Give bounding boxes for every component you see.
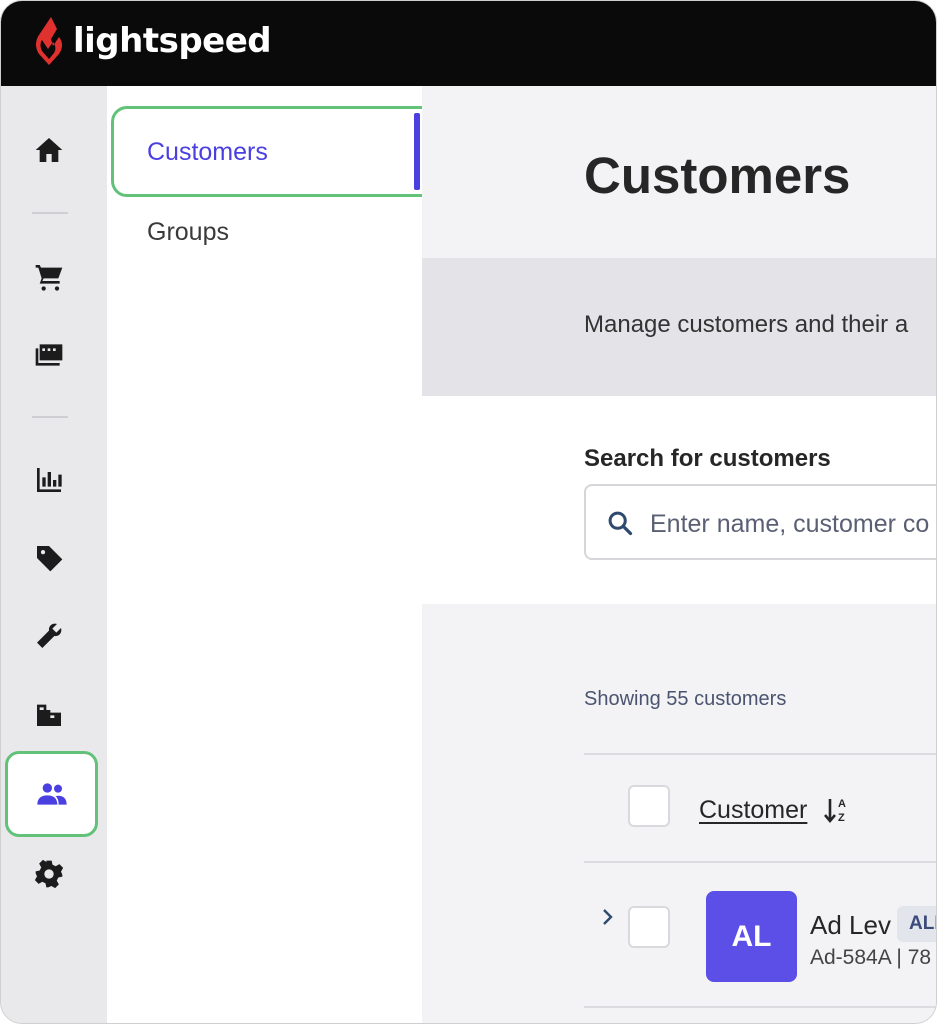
- inventory-icon: [37, 704, 61, 726]
- rail-item-products[interactable]: [1, 522, 97, 594]
- tag-icon: [37, 546, 63, 572]
- main-content: Customers Manage customers and their a S…: [422, 86, 936, 1023]
- register-icon: [35, 344, 63, 366]
- rail-divider: [32, 416, 68, 418]
- subnav-item-groups[interactable]: Groups: [147, 218, 229, 247]
- rail-item-sales[interactable]: [1, 241, 97, 313]
- rail-item-customers[interactable]: [5, 751, 98, 837]
- search-section: Search for customers: [422, 396, 936, 604]
- cart-icon: [35, 265, 63, 291]
- subnav-active-indicator: [414, 113, 420, 190]
- result-count: Showing 55 customers: [584, 688, 787, 710]
- page-description: Manage customers and their a: [584, 311, 909, 338]
- top-bar: lightspeed: [1, 1, 936, 86]
- flame-icon: [36, 17, 62, 65]
- icon-rail: [1, 86, 107, 1023]
- avatar: AL: [706, 891, 797, 982]
- rail-divider: [32, 212, 68, 214]
- select-all-checkbox[interactable]: [628, 785, 670, 827]
- page-title: Customers: [584, 147, 851, 204]
- sub-navigation: Customers Groups: [107, 86, 449, 1023]
- row-divider: [584, 1006, 936, 1008]
- app-window: lightspeed Customers Groups Customers Ma…: [0, 0, 937, 1024]
- search-icon: [608, 511, 633, 536]
- search-input[interactable]: [650, 504, 936, 544]
- search-box[interactable]: [584, 484, 936, 560]
- sort-az-icon[interactable]: A Z: [822, 794, 854, 826]
- rail-item-workorders[interactable]: [1, 600, 97, 672]
- column-header-customer[interactable]: Customer: [699, 796, 807, 825]
- customer-name[interactable]: Ad Lev: [810, 910, 891, 941]
- subnav-item-customers[interactable]: Customers: [147, 138, 268, 167]
- chevron-right-icon[interactable]: [600, 906, 616, 928]
- home-icon: [35, 138, 63, 162]
- svg-text:A: A: [838, 798, 846, 810]
- rail-item-home[interactable]: [1, 114, 97, 186]
- rail-item-settings[interactable]: [1, 838, 97, 910]
- gear-icon: [34, 859, 64, 889]
- brand-name: lightspeed: [73, 21, 272, 61]
- customer-code: Ad-584A | 78: [810, 946, 932, 969]
- search-label: Search for customers: [584, 445, 831, 472]
- rail-item-reports[interactable]: [1, 444, 97, 516]
- table-top-divider: [584, 753, 936, 755]
- rail-item-inventory[interactable]: [1, 678, 97, 750]
- svg-text:Z: Z: [838, 812, 845, 824]
- wrench-icon: [37, 623, 62, 648]
- customer-badge: ALI: [897, 906, 936, 942]
- customers-icon: [36, 783, 67, 805]
- row-checkbox[interactable]: [628, 906, 670, 948]
- reports-icon: [37, 468, 62, 492]
- lightspeed-logo[interactable]: lightspeed: [31, 15, 272, 67]
- table-header-divider: [584, 861, 936, 863]
- rail-item-register[interactable]: [1, 319, 97, 391]
- description-band: Manage customers and their a: [422, 258, 936, 396]
